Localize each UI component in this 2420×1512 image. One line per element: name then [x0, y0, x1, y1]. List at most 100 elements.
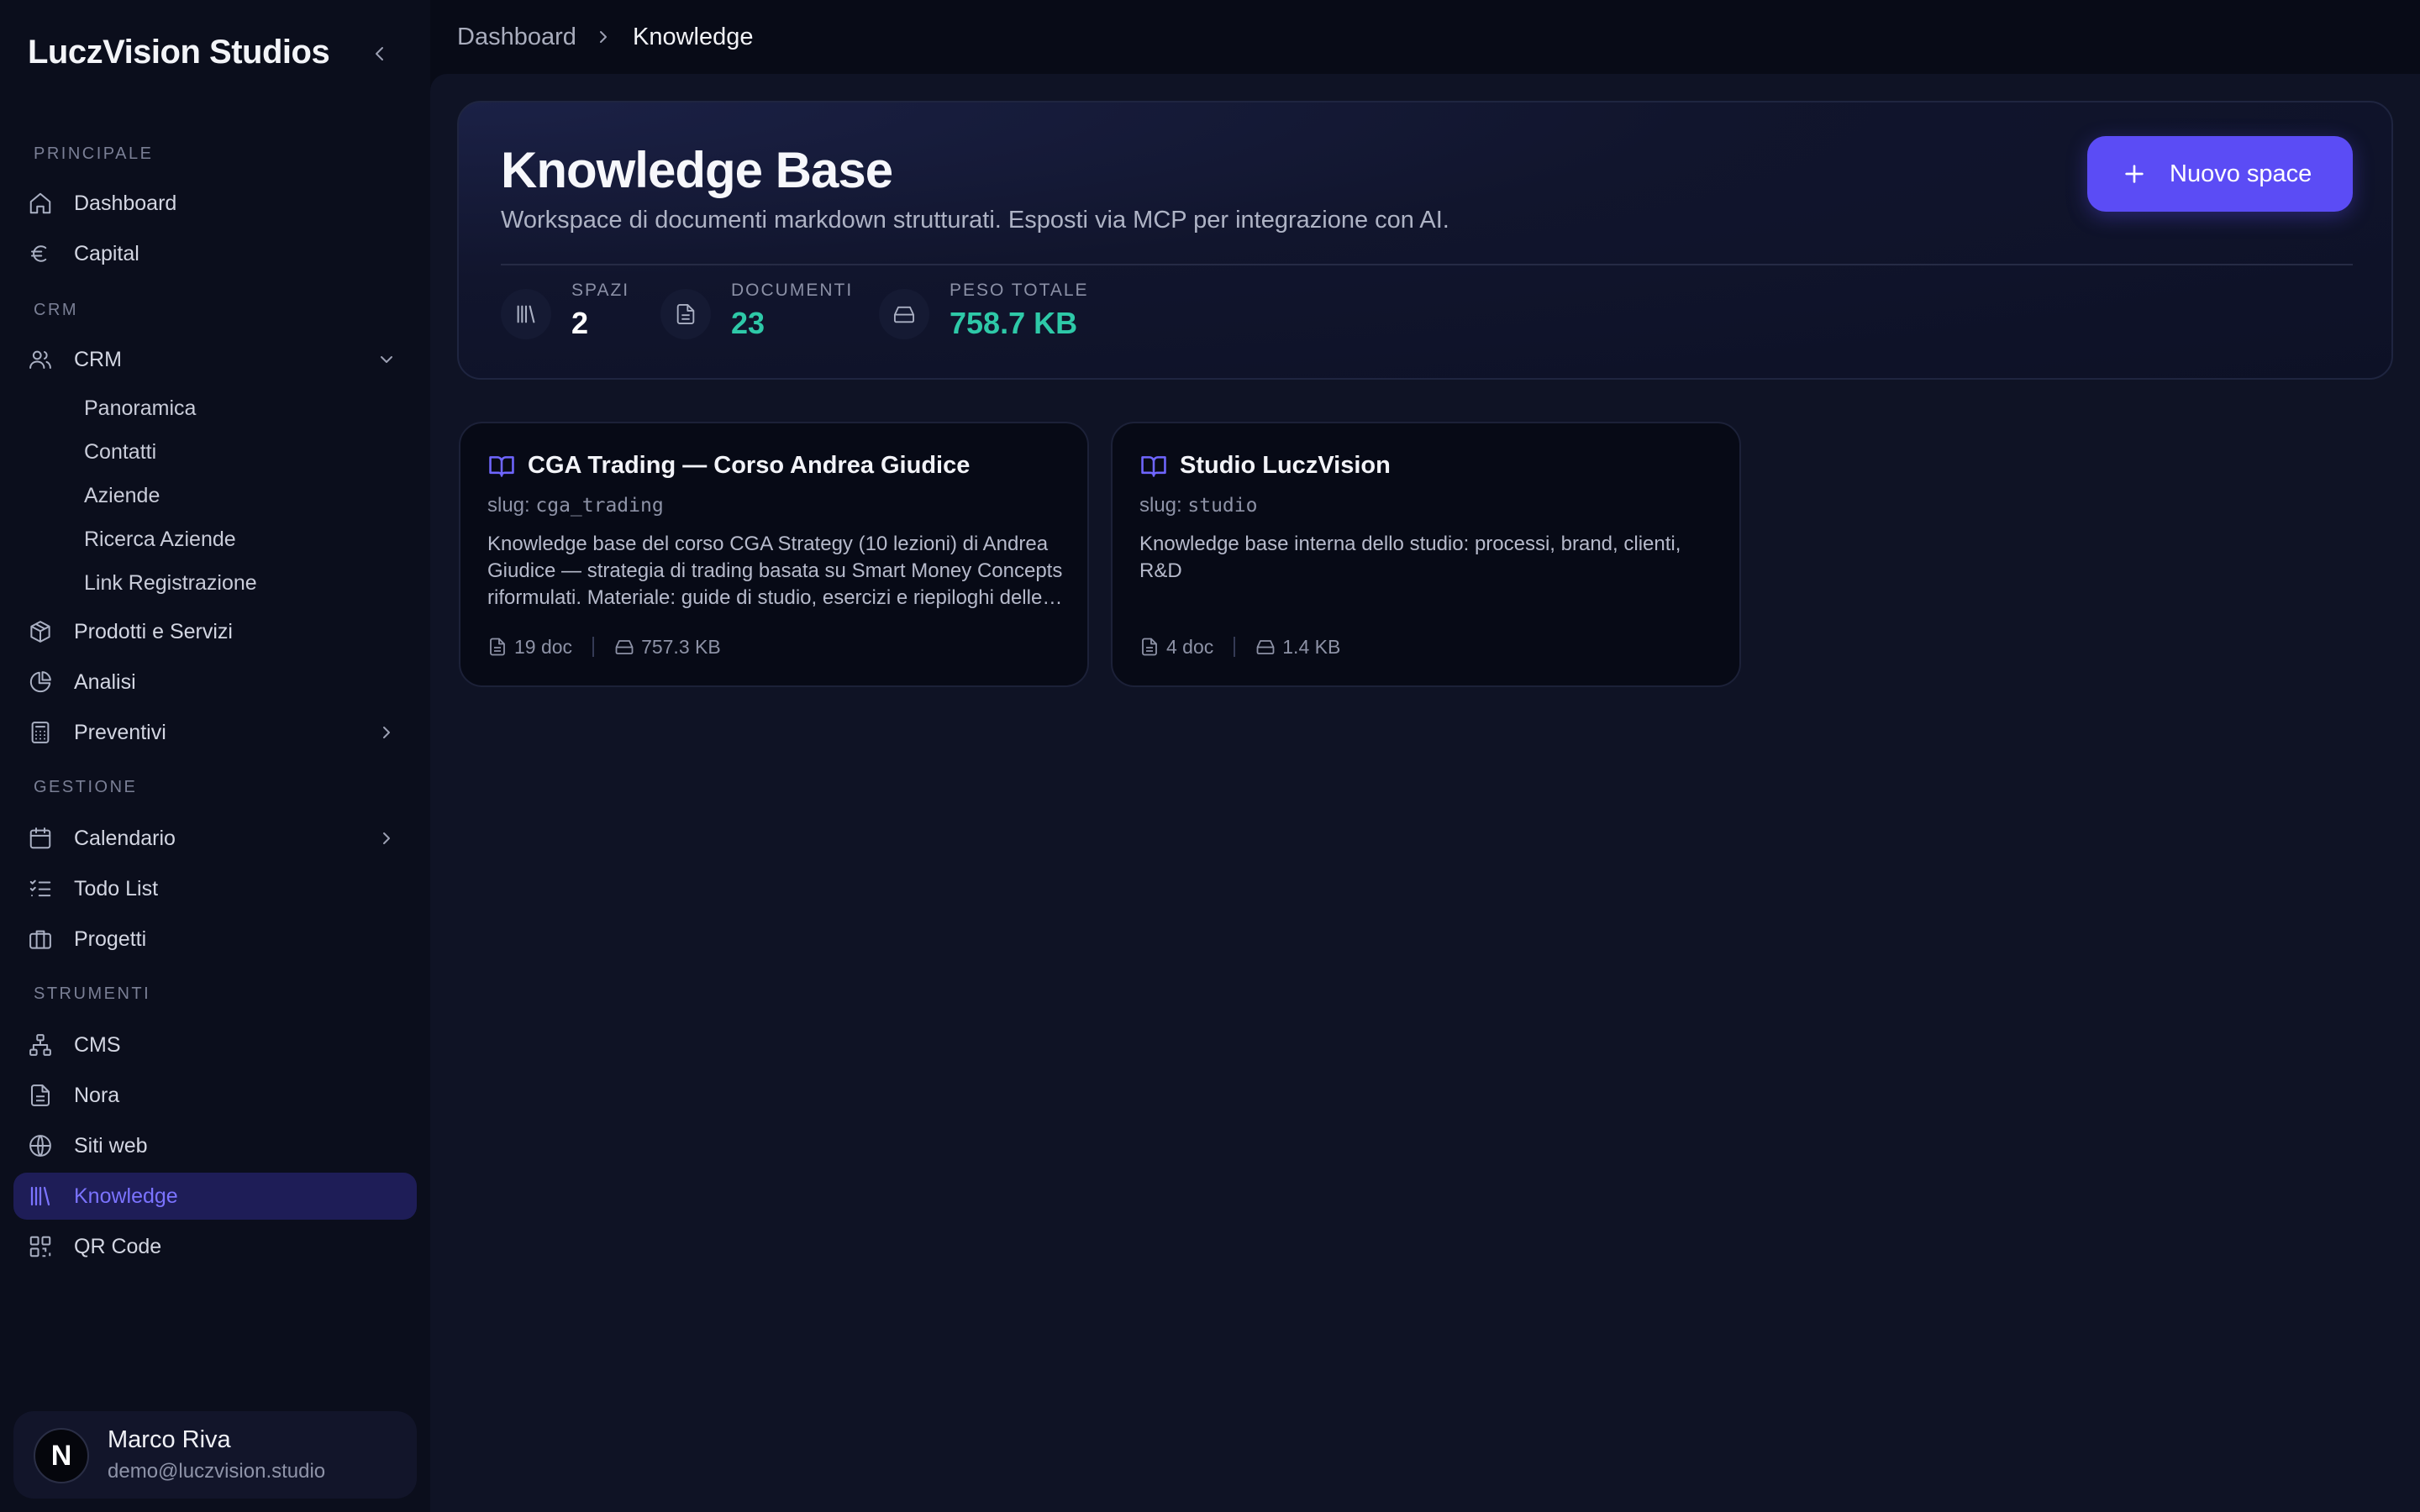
sidebar-item-dashboard[interactable]: Dashboard [13, 180, 417, 227]
space-slug: slug: cga_trading [487, 494, 664, 517]
knowledge-hero: Knowledge Base Workspace di documenti ma… [457, 101, 2393, 380]
calculator-icon [27, 719, 54, 746]
chevron-left-icon [376, 47, 383, 60]
sidebar-subitem-ricerca-aziende[interactable]: Ricerca Aziende [84, 528, 236, 552]
sidebar: LuczVision Studios PRINCIPALE Dashboard … [0, 0, 430, 1512]
sidebar-subitem-link-registrazione[interactable]: Link Registrazione [84, 571, 257, 596]
sidebar-item-label: Knowledge [74, 1184, 178, 1208]
hard-drive-icon [615, 640, 634, 654]
meta-divider [592, 637, 595, 657]
sidebar-item-label: Calendario [74, 826, 176, 850]
briefcase-icon [27, 926, 54, 953]
page-title: Knowledge Base [501, 142, 893, 198]
library-icon [27, 1183, 54, 1210]
sidebar-item-label: QR Code [74, 1234, 162, 1258]
page-subtitle: Workspace di documenti markdown struttur… [501, 207, 1449, 234]
avatar: N [34, 1428, 89, 1483]
sidebar-item-calendario[interactable]: Calendario [13, 815, 417, 862]
section-label-strumenti: STRUMENTI [34, 984, 151, 1003]
space-slug: slug: studio [1139, 494, 1257, 517]
document-icon [490, 638, 505, 656]
stat-label: DOCUMENTI [731, 281, 854, 300]
doc-count: 4 doc [1166, 635, 1214, 658]
sidebar-item-preventivi[interactable]: Preventivi [13, 709, 417, 756]
space-size: 757.3 KB [641, 635, 721, 658]
stat-label: SPAZI [571, 281, 630, 300]
user-card[interactable]: N Marco Riva demo@luczvision.studio [13, 1411, 417, 1499]
slug-value: cga_trading [535, 495, 664, 517]
meta-divider [1234, 637, 1236, 657]
pie-chart-icon [27, 669, 54, 696]
sidebar-subitem-panoramica[interactable]: Panoramica [84, 396, 196, 421]
collapse-sidebar-button[interactable] [363, 37, 397, 71]
space-description: Knowledge base del corso CGA Strategy (1… [487, 533, 1063, 609]
new-space-label: Nuovo space [2170, 160, 2312, 187]
home-icon [27, 190, 54, 217]
book-open-icon [489, 456, 514, 477]
chevron-right-icon [373, 825, 400, 852]
sidebar-item-knowledge[interactable]: Knowledge [13, 1173, 417, 1220]
sidebar-item-siti-web[interactable]: Siti web [13, 1122, 417, 1169]
user-name: Marco Riva [108, 1426, 231, 1453]
new-space-button[interactable]: Nuovo space [2087, 136, 2353, 212]
space-meta: 4 doc 1.4 KB [1139, 633, 1340, 660]
space-card-studio[interactable]: Studio LuczVision slug: studio Knowledge… [1111, 422, 1741, 687]
hard-drive-icon [1256, 640, 1275, 654]
sidebar-item-label: Preventivi [74, 720, 166, 744]
space-description: Knowledge base interna dello studio: pro… [1139, 533, 1681, 582]
library-icon [501, 289, 551, 339]
calendar-icon [27, 825, 54, 852]
brand-title: LuczVision Studios [28, 34, 330, 71]
sidebar-item-todo[interactable]: Todo List [13, 865, 417, 912]
breadcrumb-dashboard[interactable]: Dashboard [457, 24, 576, 51]
space-size: 1.4 KB [1282, 635, 1341, 658]
space-card-cga-trading[interactable]: CGA Trading — Corso Andrea Giudice slug:… [459, 422, 1089, 687]
checklist-icon [27, 875, 54, 902]
slug-prefix: slug: [1139, 494, 1182, 517]
stat-label: PESO TOTALE [950, 281, 1089, 300]
euro-icon [27, 240, 54, 267]
sidebar-item-label: CRM [74, 347, 122, 371]
space-title: CGA Trading — Corso Andrea Giudice [528, 452, 971, 479]
sidebar-item-label: Progetti [74, 927, 147, 951]
users-icon [27, 346, 54, 373]
sidebar-item-qr-code[interactable]: QR Code [13, 1223, 417, 1270]
space-title: Studio LuczVision [1180, 452, 1391, 479]
document-icon [1142, 638, 1157, 656]
sidebar-item-progetti[interactable]: Progetti [13, 916, 417, 963]
sidebar-item-label: Siti web [74, 1133, 148, 1158]
document-icon [27, 1082, 54, 1109]
stat-value: 2 [571, 306, 589, 340]
slug-value: studio [1187, 495, 1258, 517]
sidebar-item-nora[interactable]: Nora [13, 1072, 417, 1119]
plus-icon [2125, 165, 2144, 183]
document-icon [660, 289, 711, 339]
sidebar-item-capital[interactable]: Capital [13, 230, 417, 277]
sidebar-item-label: Todo List [74, 876, 159, 900]
package-icon [27, 618, 54, 645]
section-label-principale: PRINCIPALE [34, 144, 154, 163]
sidebar-item-cms[interactable]: CMS [13, 1021, 417, 1068]
breadcrumb-current: Knowledge [633, 24, 754, 50]
sidebar-item-label: Nora [74, 1083, 120, 1107]
stat-value: 758.7 KB [950, 306, 1078, 340]
sidebar-item-prodotti[interactable]: Prodotti e Servizi [13, 608, 417, 655]
chevron-down-icon [373, 346, 400, 373]
globe-icon [27, 1132, 54, 1159]
sidebar-item-crm[interactable]: CRM [13, 336, 417, 383]
hard-drive-icon [879, 289, 929, 339]
sidebar-item-label: Analisi [74, 669, 136, 694]
chevron-right-icon [373, 719, 400, 746]
chevron-right-icon [593, 25, 613, 49]
sidebar-subitem-aziende[interactable]: Aziende [84, 484, 160, 508]
book-open-icon [1141, 456, 1166, 477]
sitemap-icon [27, 1032, 54, 1058]
space-meta: 19 doc 757.3 KB [487, 633, 721, 660]
slug-prefix: slug: [487, 494, 530, 517]
section-label-gestione: GESTIONE [34, 778, 138, 796]
qr-code-icon [27, 1233, 54, 1260]
sidebar-subitem-contatti[interactable]: Contatti [84, 440, 156, 465]
sidebar-item-label: Dashboard [74, 191, 177, 215]
sidebar-item-analisi[interactable]: Analisi [13, 659, 417, 706]
sidebar-item-label: CMS [74, 1032, 121, 1057]
